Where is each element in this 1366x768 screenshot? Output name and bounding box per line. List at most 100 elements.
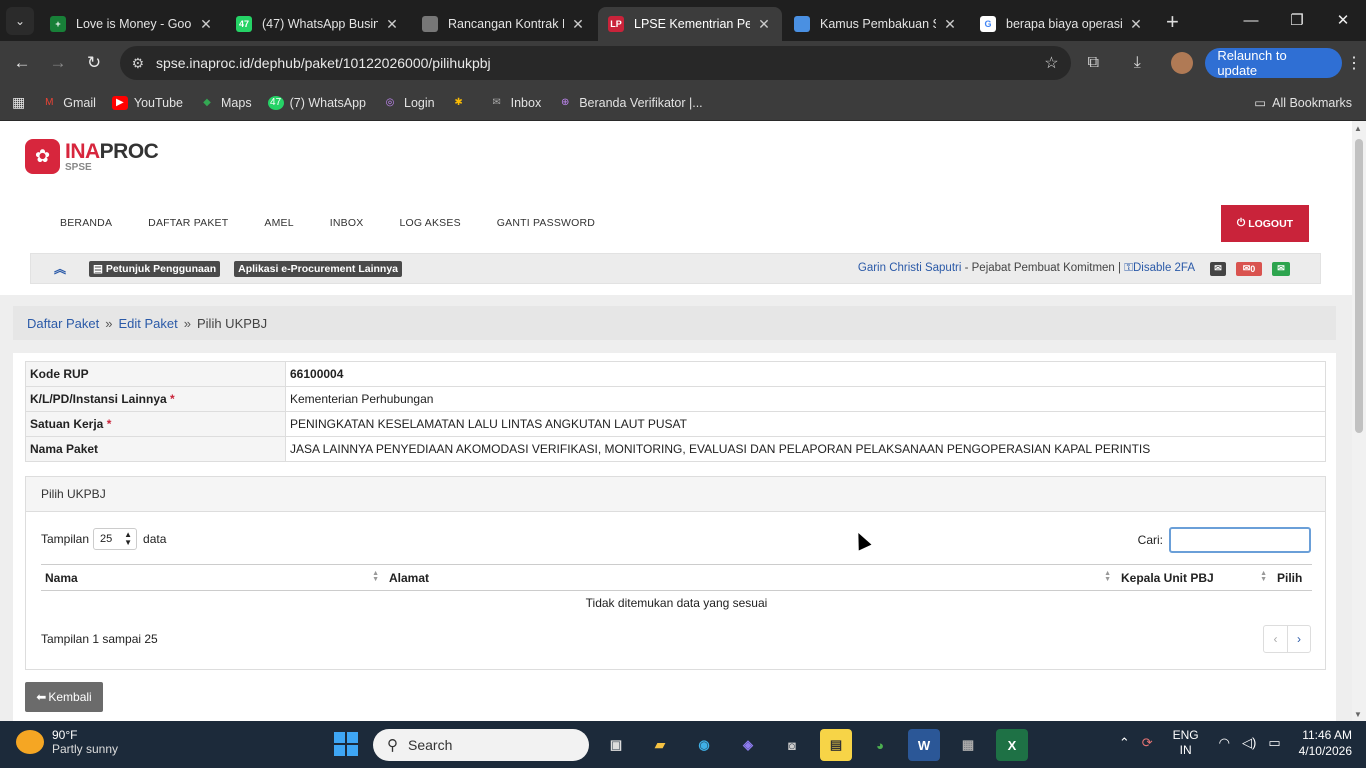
- info-key: K/L/PD/Instansi Lainnya *: [25, 386, 286, 412]
- bookmark-whatsapp[interactable]: 47 (7) WhatsApp: [267, 95, 366, 110]
- open-mail-icon[interactable]: ✉: [1272, 261, 1290, 276]
- breadcrumb-daftar-paket[interactable]: Daftar Paket: [27, 316, 99, 331]
- column-header-kepala[interactable]: Kepala Unit PBJ ▲ ▼: [1117, 564, 1273, 591]
- message-icon[interactable]: ✉: [1210, 261, 1226, 276]
- download-icon[interactable]: ⤓: [1115, 54, 1159, 72]
- nav-inbox[interactable]: INBOX: [330, 217, 364, 229]
- browser-tab[interactable]: G berapa biaya operasi ✕: [970, 7, 1154, 41]
- tab-close-icon[interactable]: ✕: [1128, 16, 1144, 33]
- apps-grid-icon[interactable]: ▦: [12, 94, 25, 111]
- aplikasi-button[interactable]: Aplikasi e-Procurement Lainnya: [234, 260, 402, 277]
- new-tab-button[interactable]: +: [1156, 9, 1193, 41]
- tab-close-icon[interactable]: ✕: [384, 16, 400, 33]
- tab-close-icon[interactable]: ✕: [198, 16, 214, 33]
- bookmark-maps[interactable]: ◆ Maps: [199, 96, 251, 110]
- pilih-ukpbj-card: Pilih UKPBJ Tampilan 25 ▲ ▼ data Cari: Nam…: [25, 476, 1326, 670]
- file-explorer-icon[interactable]: ▰: [644, 729, 676, 761]
- logout-button[interactable]: ⏻ LOGOUT: [1221, 205, 1309, 242]
- bookmark-verifikator[interactable]: ⊕ Beranda Verifikator |...: [557, 95, 703, 110]
- volume-icon[interactable]: ◁): [1242, 735, 1256, 751]
- user-name-link[interactable]: Garin Christi Saputri: [858, 262, 962, 274]
- battery-icon[interactable]: ▭: [1268, 735, 1280, 751]
- tab-title: Kamus Pembakuan St: [820, 17, 936, 31]
- breadcrumb-edit-paket[interactable]: Edit Paket: [119, 316, 178, 331]
- bookmark-star-icon[interactable]: ☆: [1031, 53, 1071, 73]
- petunjuk-button[interactable]: ▤ Petunjuk Penggunaan: [89, 260, 221, 277]
- column-header-nama[interactable]: Nama ▲ ▼: [41, 564, 385, 591]
- bookmark-login[interactable]: ◎ Login: [382, 96, 435, 110]
- scroll-up-icon[interactable]: ▲: [1354, 124, 1362, 133]
- close-window-icon[interactable]: ✕: [1320, 0, 1366, 40]
- browser-tab-active[interactable]: LP LPSE Kementrian Perh ✕: [598, 7, 782, 41]
- wifi-icon[interactable]: ◠: [1219, 735, 1230, 751]
- nav-daftar-paket[interactable]: DAFTAR PAKET: [148, 217, 228, 229]
- web-favicon-icon: [422, 16, 438, 32]
- relaunch-button[interactable]: Relaunch to update: [1205, 48, 1343, 78]
- column-header-alamat[interactable]: Alamat ▲ ▼: [385, 564, 1117, 591]
- browser-tab-strip: ⌄ + Love is Money - Goo ✕ 47 (47) WhatsA…: [0, 0, 1366, 41]
- inbox-count-badge[interactable]: ✉ 0: [1236, 261, 1262, 276]
- nav-ganti-password[interactable]: GANTI PASSWORD: [497, 217, 595, 229]
- inaproc-logo[interactable]: ✿ INAPROC SPSE: [25, 139, 159, 174]
- site-info-icon[interactable]: ⚙: [120, 55, 156, 72]
- start-button[interactable]: [334, 732, 358, 756]
- profile-avatar[interactable]: [1171, 52, 1194, 74]
- clock[interactable]: 11:46 AM 4/10/2026: [1299, 727, 1352, 759]
- restore-icon[interactable]: ❐: [1274, 0, 1320, 40]
- nav-amel[interactable]: AMEL: [264, 217, 293, 229]
- back-icon[interactable]: ←: [4, 53, 40, 73]
- browser-tab[interactable]: Rancangan Kontrak P ✕: [412, 7, 596, 41]
- nav-log-akses[interactable]: LOG AKSES: [399, 217, 460, 229]
- bookmark-inbox[interactable]: ✉ Inbox: [489, 96, 541, 110]
- maps-icon: ◆: [203, 97, 211, 108]
- browser-tab[interactable]: 47 (47) WhatsApp Busin ✕: [226, 7, 410, 41]
- bookmark-youtube[interactable]: ▶ YouTube: [111, 95, 183, 110]
- search-label: Cari:: [1137, 533, 1163, 547]
- copilot-icon[interactable]: ◈: [732, 729, 764, 761]
- next-page-button[interactable]: ›: [1287, 626, 1310, 652]
- forward-icon[interactable]: →: [40, 53, 76, 73]
- tray-overflow-icon[interactable]: ⌃: [1119, 735, 1130, 751]
- bookmark-gmail[interactable]: M Gmail: [41, 96, 96, 110]
- info-value: 66100004: [285, 361, 1326, 387]
- camera-icon[interactable]: ◙: [776, 729, 808, 761]
- nav-beranda[interactable]: BERANDA: [60, 217, 112, 229]
- extensions-icon[interactable]: ⧉: [1071, 54, 1115, 72]
- edge-icon[interactable]: ◉: [688, 729, 720, 761]
- bookmark-pinwheel[interactable]: ✱: [451, 96, 473, 110]
- task-view-icon[interactable]: ▣: [600, 729, 632, 761]
- browser-tab[interactable]: Kamus Pembakuan St ✕: [784, 7, 968, 41]
- minimize-icon[interactable]: —: [1228, 0, 1274, 40]
- search-input[interactable]: [1169, 527, 1311, 553]
- prev-page-button[interactable]: ‹: [1264, 626, 1287, 652]
- all-bookmarks[interactable]: ▭ All Bookmarks: [1254, 95, 1352, 111]
- address-bar[interactable]: ⚙ spse.inaproc.id/dephub/paket/101220260…: [119, 46, 1072, 80]
- disable-2fa-link[interactable]: Disable 2FA: [1133, 262, 1195, 274]
- page-scrollbar[interactable]: ▲ ▼: [1352, 121, 1366, 721]
- chrome-icon[interactable]: ◕: [864, 729, 896, 761]
- reload-icon[interactable]: ↻: [76, 53, 112, 73]
- browser-tab[interactable]: + Love is Money - Goo ✕: [40, 7, 224, 41]
- language-indicator[interactable]: ENG IN: [1173, 728, 1199, 758]
- tab-close-icon[interactable]: ✕: [570, 16, 586, 33]
- collapse-up-icon[interactable]: ︽: [31, 260, 89, 277]
- tab-close-icon[interactable]: ✕: [942, 16, 958, 33]
- scroll-down-icon[interactable]: ▼: [1354, 710, 1362, 719]
- page-size-select[interactable]: 25 ▲ ▼: [93, 528, 138, 550]
- kembali-button[interactable]: ⬅ Kembali: [25, 682, 103, 712]
- table-row: Kode RUP 66100004: [25, 361, 1326, 387]
- lpse-favicon-icon: LP: [608, 16, 624, 32]
- taskbar-search[interactable]: ⚲ Search: [373, 729, 589, 761]
- sync-icon[interactable]: ⟳: [1142, 735, 1153, 751]
- scrollbar-thumb[interactable]: [1355, 139, 1363, 433]
- excel-icon[interactable]: X: [996, 729, 1028, 761]
- tab-search-button[interactable]: ⌄: [6, 7, 34, 35]
- weather-widget[interactable]: 90°F Partly sunny: [16, 728, 118, 756]
- more-menu-icon[interactable]: ⋮: [1342, 53, 1366, 73]
- calculator-icon[interactable]: ▦: [952, 729, 984, 761]
- tab-close-icon[interactable]: ✕: [756, 16, 772, 33]
- url-text[interactable]: spse.inaproc.id/dephub/paket/10122026000…: [156, 55, 1031, 71]
- word-icon[interactable]: W: [908, 729, 940, 761]
- bookmark-label: Beranda Verifikator |...: [579, 95, 703, 110]
- sticky-notes-icon[interactable]: ▤: [820, 729, 852, 761]
